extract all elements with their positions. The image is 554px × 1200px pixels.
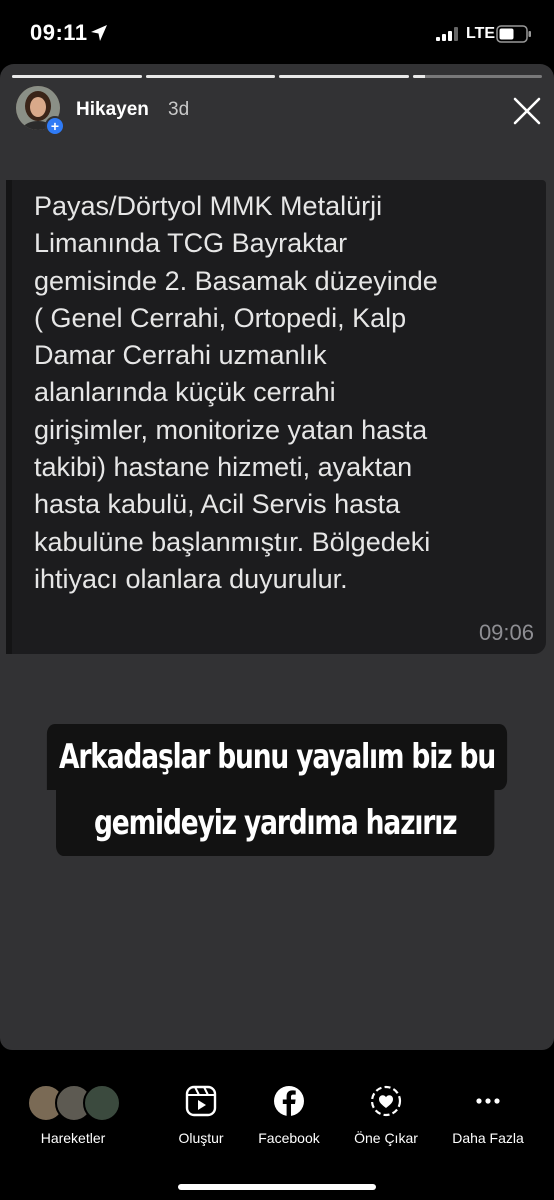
location-arrow-icon — [91, 25, 107, 41]
progress-fill — [145, 75, 275, 78]
story-username[interactable]: Hikayen — [76, 99, 149, 121]
progress-fill — [412, 75, 426, 78]
tool-facebook[interactable]: Facebook — [234, 1078, 344, 1158]
tool-label: Hareketler — [40, 1130, 106, 1146]
caption-line-1: Arkadaşlar bunu yayalım biz bu — [46, 724, 508, 790]
progress-segment — [145, 75, 275, 78]
story-viewer[interactable]: + Hikayen 3d Payas/Dörtyol MMK Metalürji… — [0, 64, 554, 1050]
progress-fill — [12, 75, 142, 78]
message-time: 09:06 — [478, 620, 534, 645]
signal-bars-icon — [436, 27, 458, 41]
create-play-icon — [185, 1085, 217, 1117]
viewer-avatar — [83, 1084, 121, 1122]
tool-highlight[interactable]: Öne Çıkar — [331, 1078, 441, 1158]
tool-label: Daha Fazla — [452, 1130, 524, 1146]
shared-message-bubble: Payas/Dörtyol MMK Metalürji Limanında TC… — [6, 180, 546, 654]
caption-line-2: gemideyiz yardıma hazırız — [56, 790, 495, 856]
battery-icon — [496, 25, 531, 43]
add-story-badge[interactable]: + — [45, 116, 65, 136]
tool-label: Facebook — [258, 1130, 320, 1146]
status-bar: 09:11 LTE — [0, 0, 554, 64]
tool-label: Öne Çıkar — [354, 1130, 418, 1146]
close-icon[interactable] — [512, 96, 542, 126]
story-progress — [12, 75, 542, 78]
tool-activity[interactable]: Hareketler — [18, 1078, 128, 1158]
progress-segment — [12, 75, 142, 78]
activity-avatars — [27, 1084, 121, 1122]
story-age: 3d — [168, 99, 190, 120]
progress-fill — [279, 75, 409, 78]
bubble-edge — [6, 180, 12, 654]
home-indicator[interactable] — [178, 1184, 376, 1190]
facebook-icon — [274, 1086, 304, 1116]
progress-segment — [412, 75, 542, 78]
network-label: LTE — [466, 25, 496, 42]
highlight-heart-icon — [370, 1085, 402, 1117]
progress-segment — [279, 75, 409, 78]
message-text: Payas/Dörtyol MMK Metalürji Limanında TC… — [34, 191, 438, 594]
more-dots-icon — [476, 1098, 500, 1104]
story-toolbar: Hareketler Oluştur Facebook Öne Çıkar Da… — [0, 1078, 554, 1158]
tool-more[interactable]: Daha Fazla — [433, 1078, 543, 1158]
status-time: 09:11 — [30, 20, 88, 45]
